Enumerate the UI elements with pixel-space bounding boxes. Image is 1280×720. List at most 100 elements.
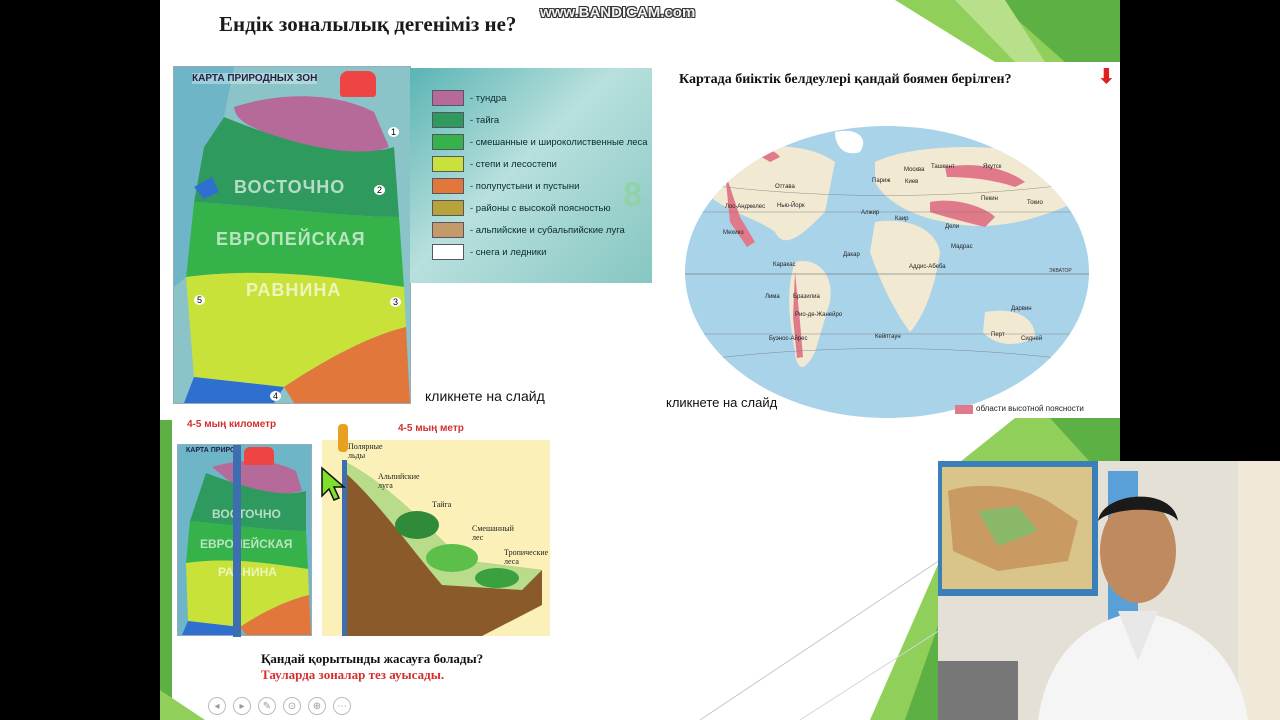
- equator-label: ЭКВАТОР: [1049, 268, 1072, 274]
- city-moscow: Москва: [904, 167, 925, 173]
- city-ottawa: Оттава: [775, 184, 795, 190]
- legend-swatch: [432, 178, 464, 194]
- marker-4: 4: [270, 391, 282, 401]
- right-question: Картада биіктік белдеулері қандай боямен…: [679, 72, 1012, 87]
- city-algiers: Алжир: [861, 210, 880, 216]
- city-tashkent: Ташкент: [931, 164, 955, 170]
- city-perth: Перт: [991, 332, 1005, 338]
- legend-swatch: [432, 156, 464, 172]
- recorder-watermark: www.BANDICAM.com: [540, 4, 696, 21]
- hint-right[interactable]: кликнете на слайд: [666, 395, 777, 410]
- world-map[interactable]: ЭКВАТОР Якутск Москва Париж Киев Ташкент…: [685, 122, 1090, 418]
- zones-map-label-1: ВОСТОЧНО: [234, 177, 346, 197]
- legend-swatch: [432, 112, 464, 128]
- legend-item: - смешанные и широколиственные леса: [432, 134, 648, 150]
- city-newyork: Нью-Йорк: [777, 203, 805, 209]
- red-arrow-icon: ⬇: [1098, 66, 1115, 88]
- climber-icon: [338, 424, 348, 452]
- city-brasilia: Бразилиа: [793, 294, 820, 300]
- city-tokyo: Токио: [1027, 200, 1043, 206]
- city-kiev: Киев: [905, 179, 919, 185]
- city-yakutsk: Якутск: [983, 164, 1002, 170]
- more-options-button[interactable]: ⋯: [333, 697, 351, 715]
- city-paris: Париж: [872, 178, 891, 184]
- city-mexico: Мехико: [723, 230, 744, 236]
- world-legend-swatch: [955, 405, 973, 414]
- webcam-overlay: [938, 461, 1280, 720]
- decor-lines: [699, 559, 940, 720]
- legend-swatch: [432, 200, 464, 216]
- legend-label: - тундра: [470, 92, 507, 104]
- legend-item: - районы с высокой поясностью: [432, 200, 611, 216]
- zoom-button[interactable]: ⊕: [308, 697, 326, 715]
- zones-map-label-3: РАВНИНА: [246, 280, 342, 300]
- legend-label: - районы с высокой поясностью: [470, 202, 611, 214]
- profile-label-tropical: Тропические леса: [504, 548, 549, 566]
- marker-5: 5: [194, 295, 206, 305]
- city-buenosaires: Буэнос-Айрес: [769, 336, 808, 342]
- pointer-button[interactable]: ⊙: [283, 697, 301, 715]
- zones-map-title: КАРТА ПРИРОДНЫХ ЗОН: [192, 73, 318, 84]
- legend-swatch: [432, 90, 464, 106]
- world-map-graphic: [685, 126, 1089, 418]
- legend-label: - полупустыни и пустыни: [470, 180, 580, 192]
- profile-label-mixed: Смешанный лес: [472, 524, 514, 542]
- legend-label: - тайга: [470, 114, 500, 126]
- bottom-answer: Тауларда зоналар тез ауысады.: [261, 667, 445, 682]
- legend-item: - снега и ледники: [432, 244, 546, 260]
- profile-label-ice: Полярные льды: [348, 442, 383, 460]
- zones-map-label-2: ЕВРОПЕЙСКАЯ: [216, 229, 366, 249]
- city-dakar: Дакар: [843, 252, 860, 258]
- legend-swatch: [432, 244, 464, 260]
- profile-label-alpine: Альпийские луга: [378, 472, 420, 490]
- marker-3: 3: [390, 297, 402, 307]
- city-beijing: Пекин: [981, 196, 998, 202]
- legend-label: - альпийские и субальпийские луга: [470, 224, 625, 236]
- legend-item: - степи и лесостепи: [432, 156, 557, 172]
- city-darwin: Дарвин: [1011, 306, 1032, 312]
- slide-title: Ендік зоналылық дегеніміз не?: [219, 12, 517, 36]
- legend-item: - тундра: [432, 90, 506, 106]
- legend-label: - степи и лесостепи: [470, 158, 557, 170]
- city-lima: Лима: [765, 294, 780, 300]
- legend-item: - полупустыни и пустыни: [432, 178, 579, 194]
- prev-slide-button[interactable]: ◂: [208, 697, 226, 715]
- legend-label: - снега и ледники: [470, 246, 547, 258]
- mouse-cursor-icon: [321, 466, 346, 501]
- bottom-question: Қандай қорытынды жасауға болады?: [261, 651, 484, 666]
- distance-bar: [233, 445, 241, 637]
- city-addisababa: Аддис-Абеба: [909, 264, 946, 270]
- city-caracas: Каракас: [773, 262, 796, 268]
- small-map-label-1: ВОСТОЧНО: [212, 507, 281, 521]
- zones-legend: - тундра - тайга - смешанные и широколиств…: [410, 68, 652, 283]
- legend-item: - тайга: [432, 112, 499, 128]
- label-m: 4-5 мың метр: [398, 423, 464, 434]
- decor-top-right: [895, 0, 1120, 62]
- city-capetown: Кейптаун: [875, 334, 901, 340]
- profile-label-taiga: Тайга: [432, 500, 452, 509]
- city-rio: Рио-де-Жанейро: [795, 312, 843, 318]
- legend-swatch: [432, 222, 464, 238]
- decor-mid-right: [960, 418, 1120, 462]
- natural-zones-map[interactable]: КАРТА ПРИРОДНЫХ ЗОН ВОСТОЧНО ЕВРОПЕЙСКАЯ…: [173, 66, 411, 404]
- marker-2: 2: [374, 185, 386, 195]
- small-map-label-3: РАВНИНА: [218, 565, 277, 579]
- car-icon: [340, 71, 376, 97]
- altitude-profile[interactable]: Полярные льды Альпийские луга Тайга Смеш…: [322, 440, 550, 636]
- legend-swatch: [432, 134, 464, 150]
- city-madras: Мадрас: [951, 244, 973, 250]
- pen-tool-button[interactable]: ✎: [258, 697, 276, 715]
- hint-left[interactable]: кликнете на слайд: [425, 388, 545, 404]
- world-legend-label: области высотной поясности: [976, 404, 1084, 413]
- slideshow-controls: ◂ ▸ ✎ ⊙ ⊕ ⋯: [208, 697, 351, 715]
- city-losangeles: Лос-Анджелес: [725, 204, 766, 210]
- small-map-title: КАРТА ПРИРО: [186, 447, 236, 454]
- webcam-image: [938, 461, 1280, 720]
- legend-label: - смешанные и широколиственные леса: [470, 136, 648, 148]
- marker-1: 1: [388, 127, 400, 137]
- legend-item: - альпийские и субальпийские луга: [432, 222, 625, 238]
- small-zones-map[interactable]: КАРТА ПРИРО ВОСТОЧНО ЕВРОПЕЙСКАЯ РАВНИНА: [177, 444, 312, 637]
- next-slide-button[interactable]: ▸: [233, 697, 251, 715]
- city-delhi: Дели: [945, 224, 960, 230]
- city-cairo: Каир: [895, 216, 909, 222]
